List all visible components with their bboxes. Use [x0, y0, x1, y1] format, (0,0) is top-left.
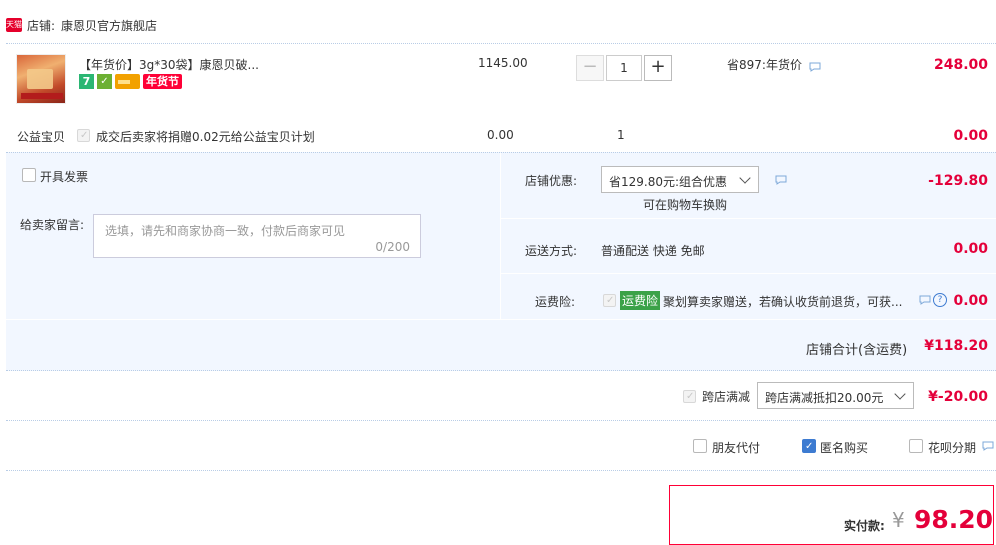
pay-amount: 98.20	[914, 505, 994, 534]
pay-currency: ¥	[892, 508, 905, 532]
chevron-down-icon	[739, 172, 751, 184]
chat-bubble-icon[interactable]	[982, 441, 994, 451]
shop-label: 店铺:	[27, 19, 56, 33]
discount-note: 可在购物车换购	[643, 198, 728, 212]
store-total-amount: ¥118.20	[924, 338, 988, 354]
chat-bubble-icon[interactable]	[809, 62, 821, 72]
payment-summary-box: 实付款: ¥ 98.20	[669, 485, 994, 545]
cross-discount-select[interactable]: 跨店满减抵扣20.00元	[757, 382, 914, 409]
invoice-checkbox[interactable]	[22, 168, 36, 182]
quantity-increase-button[interactable]: +	[644, 55, 672, 81]
panel-total-divider	[6, 319, 996, 320]
shipping-label: 运送方式:	[525, 244, 578, 258]
anonymous-checkbox[interactable]: ✓	[802, 439, 816, 453]
message-placeholder: 选填，请先和商家协商一致，付款后商家可见	[105, 224, 346, 238]
quantity-decrease-button[interactable]: −	[576, 55, 604, 81]
discount-label: 店铺优惠:	[525, 174, 578, 188]
panel-row-divider	[500, 273, 996, 274]
panel-vertical-divider	[500, 153, 501, 319]
friend-pay-label[interactable]: 朋友代付	[712, 439, 760, 456]
shipping-amount: 0.00	[953, 241, 988, 257]
cross-discount-amount: ¥-20.00	[928, 389, 988, 405]
authentic-guarantee-icon: ✓	[97, 74, 112, 89]
discount-amount: -129.80	[928, 173, 988, 189]
product-thumbnail[interactable]	[16, 54, 66, 104]
invoice-label[interactable]: 开具发票	[40, 168, 88, 185]
insurance-label: 运费险:	[535, 295, 576, 309]
chevron-down-icon	[894, 388, 906, 400]
discount-select[interactable]: 省129.80元:组合优惠	[601, 166, 759, 193]
cross-discount-selected-value: 跨店满减抵扣20.00元	[765, 391, 884, 405]
charity-checkbox: ✓	[77, 129, 90, 142]
huabei-checkbox[interactable]	[909, 439, 923, 453]
charity-qty: 1	[617, 128, 625, 142]
product-box-graphic	[27, 69, 53, 89]
item-subtotal: 248.00	[933, 57, 988, 73]
discount-selected-value: 省129.80元:组合优惠	[609, 175, 728, 189]
charity-text: 成交后卖家将捐赠0.02元给公益宝贝计划	[96, 130, 315, 144]
huabei-label[interactable]: 花呗分期	[928, 439, 976, 456]
charity-label: 公益宝贝	[17, 130, 66, 144]
seller-message-textarea[interactable]: 选填，请先和商家协商一致，付款后商家可见 0/200	[93, 214, 421, 258]
product-banner-graphic	[21, 93, 63, 99]
charity-amount: 0.00	[953, 128, 988, 144]
help-icon[interactable]: ?	[933, 293, 947, 307]
charity-price: 0.00	[487, 128, 514, 142]
cross-discount-checkbox: ✓	[683, 390, 696, 403]
shipping-value: 普通配送 快递 免邮	[601, 244, 705, 258]
shop-name-link[interactable]: 康恩贝官方旗舰店	[61, 17, 157, 34]
insurance-checkbox: ✓	[603, 294, 616, 307]
panel-row-divider	[500, 218, 996, 219]
divider	[6, 420, 996, 421]
message-label: 给卖家留言:	[20, 218, 85, 232]
cross-discount-label: 跨店满减	[702, 390, 751, 404]
seven-day-return-icon: 7	[79, 74, 94, 89]
insurance-amount: 0.00	[953, 293, 988, 309]
chat-bubble-icon[interactable]	[919, 295, 931, 305]
divider	[6, 43, 996, 44]
insurance-text: 聚划算卖家赠送，若确认收货前退货，可获...	[663, 295, 903, 309]
festival-tag: 年货节	[143, 74, 182, 89]
store-total-label: 店铺合计(含运费)	[806, 343, 908, 358]
quantity-input[interactable]: 1	[606, 55, 642, 81]
divider	[6, 470, 996, 471]
friend-pay-checkbox[interactable]	[693, 439, 707, 453]
tmall-badge-icon: 天猫	[6, 18, 22, 32]
credit-card-icon	[115, 74, 140, 89]
promo-text: 省897:年货价	[727, 58, 802, 72]
insurance-tag: 运费险	[620, 291, 661, 310]
unit-price: 1145.00	[478, 56, 528, 70]
chat-bubble-icon[interactable]	[775, 175, 787, 185]
message-char-count: 0/200	[375, 240, 410, 254]
anonymous-label[interactable]: 匿名购买	[820, 439, 868, 456]
product-title-link[interactable]: 【年货价】3g*30袋】康恩贝破...	[79, 56, 259, 73]
pay-label: 实付款:	[844, 519, 885, 533]
